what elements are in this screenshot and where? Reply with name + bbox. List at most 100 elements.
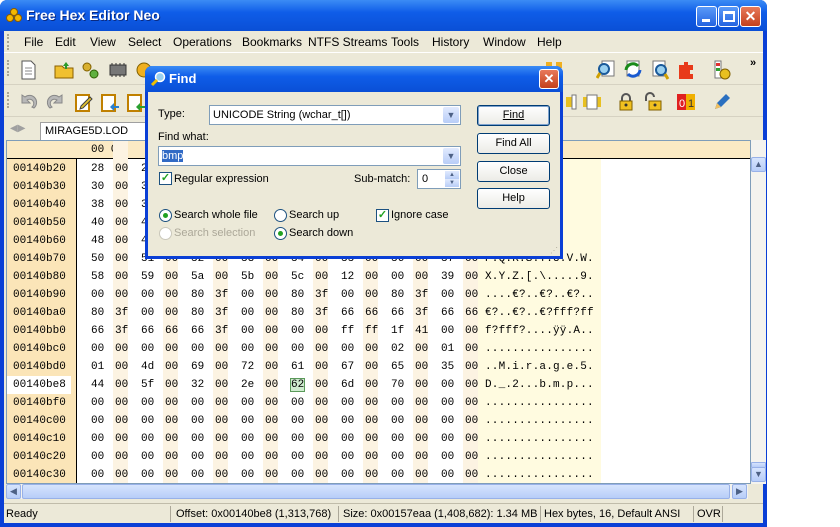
hex-byte[interactable]: 66 (141, 325, 154, 337)
hex-byte[interactable]: 35 (441, 361, 454, 373)
hex-byte[interactable]: 00 (391, 433, 404, 445)
find-what-input[interactable]: bmp ▼ (158, 146, 461, 166)
hex-byte[interactable]: 59 (141, 271, 154, 283)
horizontal-scroll-thumb[interactable] (22, 484, 730, 499)
menu-help[interactable]: Help (537, 35, 562, 49)
hex-byte[interactable]: 00 (191, 415, 204, 427)
hex-byte[interactable]: 00 (165, 379, 178, 391)
hex-byte[interactable]: 66 (365, 307, 378, 319)
edit-clipboard-icon[interactable] (74, 92, 94, 112)
hex-byte[interactable]: 00 (265, 343, 278, 355)
hex-row[interactable]: 00140b90 00 00 00 00 80 3f 00 00 80 3f 00 00 80 3f 00 00… (7, 286, 750, 304)
hex-byte[interactable]: 00 (115, 163, 128, 175)
hex-byte[interactable]: 00 (165, 361, 178, 373)
hex-byte[interactable]: 00 (115, 433, 128, 445)
hex-row[interactable]: 00140be8 44 00 5f 00 32 00 2e 00 62 00 6d 00 70 00 00 00… (7, 376, 750, 394)
search-whole-file-radio[interactable] (159, 209, 172, 222)
hex-byte[interactable]: 00 (241, 289, 254, 301)
hex-byte[interactable]: 80 (291, 307, 304, 319)
hex-row[interactable]: 00140bc0 00 00 00 00 00 00 00 00 00 00 00 00 02 00 01 00… (7, 340, 750, 358)
hex-row[interactable]: 00140c00 00 00 00 00 00 00 00 00 00 00 00 00 00 00 00 00… (7, 412, 750, 430)
hex-byte[interactable]: 80 (191, 307, 204, 319)
hex-byte[interactable]: 00 (441, 379, 454, 391)
row-ascii[interactable]: ................ (485, 343, 594, 355)
hex-byte[interactable]: 00 (391, 397, 404, 409)
hex-byte[interactable]: 00 (291, 469, 304, 481)
hex-byte[interactable]: 00 (241, 469, 254, 481)
hex-byte[interactable]: 50 (91, 253, 104, 265)
paste-special-icon[interactable] (126, 92, 146, 112)
settings-gears-icon[interactable] (80, 60, 100, 80)
hex-byte[interactable]: 00 (365, 379, 378, 391)
hex-byte[interactable]: 00 (215, 343, 228, 355)
hex-byte[interactable]: 6d (341, 379, 354, 391)
hex-byte[interactable]: 00 (415, 451, 428, 463)
pencil-edit-icon[interactable] (712, 92, 732, 112)
row-ascii[interactable]: X.Y.Z.[.\.....9. (485, 271, 594, 283)
hex-byte[interactable]: 00 (465, 379, 478, 391)
scroll-down-button[interactable]: ▼ (751, 467, 766, 482)
hex-byte[interactable]: 00 (291, 343, 304, 355)
vertical-scrollbar[interactable]: ▲ ▼ (751, 140, 766, 484)
search-up-radio[interactable] (274, 209, 287, 222)
hex-byte[interactable]: 3f (115, 325, 128, 337)
hex-byte[interactable]: 00 (465, 415, 478, 427)
row-ascii[interactable]: ..M.i.r.a.g.e.5. (485, 361, 594, 373)
hex-byte[interactable]: 00 (315, 433, 328, 445)
hex-byte[interactable]: ff (341, 325, 354, 337)
spin-up-icon[interactable]: ▲ (445, 171, 459, 179)
tab-mirage5d-lod[interactable]: MIRAGE5D.LOD (40, 122, 150, 140)
hex-byte[interactable]: 00 (215, 433, 228, 445)
hex-row[interactable]: 00140ba0 80 3f 00 00 80 3f 00 00 80 3f 66 66 66 3f 66 66… (7, 304, 750, 322)
hex-byte[interactable]: 00 (191, 397, 204, 409)
hex-byte[interactable]: 00 (115, 217, 128, 229)
hex-byte[interactable]: 00 (191, 433, 204, 445)
chevron-down-icon[interactable]: ▼ (443, 107, 459, 123)
hex-byte[interactable]: 58 (91, 271, 104, 283)
type-select[interactable]: UNICODE String (wchar_t[]) ▼ (209, 105, 461, 125)
hex-byte[interactable]: 00 (315, 271, 328, 283)
insert-block-icon[interactable] (564, 92, 584, 112)
redo-icon[interactable] (46, 92, 66, 112)
hex-byte[interactable]: 00 (141, 343, 154, 355)
hex-byte[interactable]: 00 (415, 397, 428, 409)
hex-byte[interactable]: 00 (415, 433, 428, 445)
hex-byte[interactable]: 00 (141, 307, 154, 319)
hex-byte[interactable]: 4d (141, 361, 154, 373)
hex-byte[interactable]: ff (365, 325, 378, 337)
row-ascii[interactable]: ................ (485, 397, 594, 409)
hex-byte[interactable]: 00 (465, 469, 478, 481)
hex-byte[interactable]: 00 (465, 451, 478, 463)
row-ascii[interactable]: f?fff?....ÿÿ.A.. (485, 325, 594, 337)
hex-byte[interactable]: 00 (115, 343, 128, 355)
row-ascii[interactable]: €?..€?..€?fff?ff (485, 307, 594, 319)
hex-byte[interactable]: 66 (165, 325, 178, 337)
help-button[interactable]: Help (477, 188, 550, 209)
hex-byte[interactable]: 80 (291, 289, 304, 301)
hex-row[interactable]: 00140b80 58 00 59 00 5a 00 5b 00 5c 00 12 00 00 00 39 00… (7, 268, 750, 286)
hex-byte[interactable]: 5b (241, 271, 254, 283)
memory-chip-icon[interactable] (108, 60, 128, 80)
hex-byte[interactable]: 00 (441, 289, 454, 301)
regex-checkbox[interactable]: ✓ (159, 172, 172, 185)
hex-byte[interactable]: 00 (115, 253, 128, 265)
hex-byte[interactable]: 00 (115, 415, 128, 427)
unlock-icon[interactable] (642, 92, 662, 112)
hex-byte[interactable]: 00 (265, 325, 278, 337)
hex-byte[interactable]: 39 (441, 271, 454, 283)
hex-byte[interactable]: 00 (165, 271, 178, 283)
menu-file[interactable]: File (24, 35, 43, 49)
menu-view[interactable]: View (90, 35, 116, 49)
hex-byte[interactable]: 00 (265, 271, 278, 283)
hex-byte[interactable]: 00 (115, 235, 128, 247)
hex-byte[interactable]: 00 (165, 397, 178, 409)
hex-byte[interactable]: 00 (215, 379, 228, 391)
undo-icon[interactable] (18, 92, 38, 112)
hex-byte[interactable]: 00 (165, 469, 178, 481)
hex-byte[interactable]: 00 (265, 307, 278, 319)
plugin-puzzle-icon[interactable] (676, 60, 696, 80)
hex-byte[interactable]: 00 (341, 397, 354, 409)
hex-byte[interactable]: 00 (141, 289, 154, 301)
hex-row[interactable]: 00140c20 00 00 00 00 00 00 00 00 00 00 00 00 00 00 00 00… (7, 448, 750, 466)
hex-byte[interactable]: 12 (341, 271, 354, 283)
